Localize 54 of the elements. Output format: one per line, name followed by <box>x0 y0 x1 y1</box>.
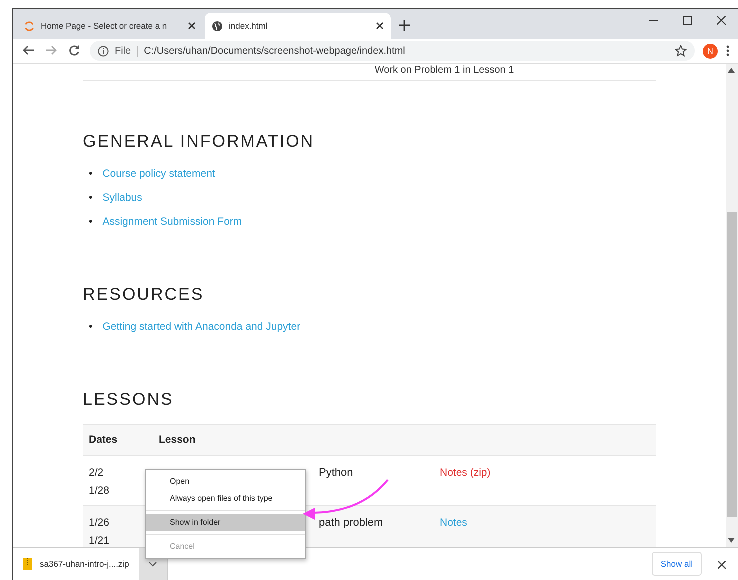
column-header: Lesson <box>153 424 434 456</box>
scroll-up-icon[interactable] <box>728 68 735 73</box>
section-heading: GENERAL INFORMATION <box>83 132 316 152</box>
plus-icon <box>399 20 410 30</box>
back-arrow-icon <box>23 44 34 56</box>
scroll-down-icon[interactable] <box>728 538 735 543</box>
ring-logo-icon <box>24 20 35 32</box>
menu-item[interactable]: Always open files of this type <box>146 490 305 507</box>
chevron-down-icon <box>149 562 158 566</box>
date-text: 1/21 <box>89 534 110 547</box>
close-icon[interactable] <box>376 22 384 30</box>
browser-tab[interactable]: index.html <box>205 13 391 39</box>
browser-tab[interactable]: Home Page - Select or create a n <box>17 13 203 39</box>
notes-link[interactable]: Notes (zip) <box>440 467 491 479</box>
close-icon <box>716 16 726 24</box>
info-icon <box>98 46 109 56</box>
url-text: C:/Users/uhan/Documents/screenshot-webpage/index.html <box>144 46 406 56</box>
zip-file-icon <box>23 558 32 570</box>
scheme-label: File <box>115 46 138 56</box>
address-bar[interactable]: File C:/Users/uhan/Documents/screenshot-webpage/index.html <box>90 41 695 61</box>
star-icon[interactable] <box>675 45 687 57</box>
date-text: 1/28 <box>89 484 110 499</box>
show-all-button[interactable]: Show all <box>652 552 702 576</box>
close-icon[interactable] <box>188 22 196 30</box>
date-text: 1/26 <box>89 516 110 531</box>
bullet: • <box>89 320 93 335</box>
bullet: • <box>89 167 93 182</box>
bullet: • <box>89 191 93 206</box>
scrollbar-thumb[interactable] <box>727 212 737 517</box>
notes-link[interactable]: Notes <box>440 517 468 529</box>
scrollbar[interactable] <box>726 64 738 547</box>
close-icon <box>718 560 726 568</box>
page-text: Work on Problem 1 in Lesson 1 <box>374 65 516 76</box>
menu-item[interactable]: Show in folder <box>146 514 305 531</box>
reload-button[interactable] <box>67 44 82 58</box>
forward-arrow-icon <box>46 44 57 56</box>
reload-icon <box>69 44 80 56</box>
maximize-icon <box>682 16 692 24</box>
page-link[interactable]: Course policy statement <box>102 162 216 186</box>
download-filename: sa367-uhan-intro-j....zip <box>40 559 130 569</box>
more-menu-icon[interactable] <box>726 45 730 57</box>
date-text: 2/2 <box>89 466 105 481</box>
page-link[interactable]: Syllabus <box>102 186 142 210</box>
bullet: • <box>89 215 93 230</box>
page-link[interactable]: Assignment Submission Form <box>102 210 242 234</box>
section-heading: RESOURCES <box>83 285 206 305</box>
section-heading: LESSONS <box>83 390 175 410</box>
menu-item[interactable]: Open <box>146 473 305 490</box>
column-header: Dates <box>83 424 153 456</box>
page-link[interactable]: Getting started with Anaconda and Jupyter <box>102 315 301 339</box>
globe-icon <box>212 20 223 32</box>
lesson-title: Python <box>319 467 354 479</box>
lesson-title: path problem <box>319 517 384 529</box>
profile-avatar[interactable]: N <box>703 44 718 58</box>
